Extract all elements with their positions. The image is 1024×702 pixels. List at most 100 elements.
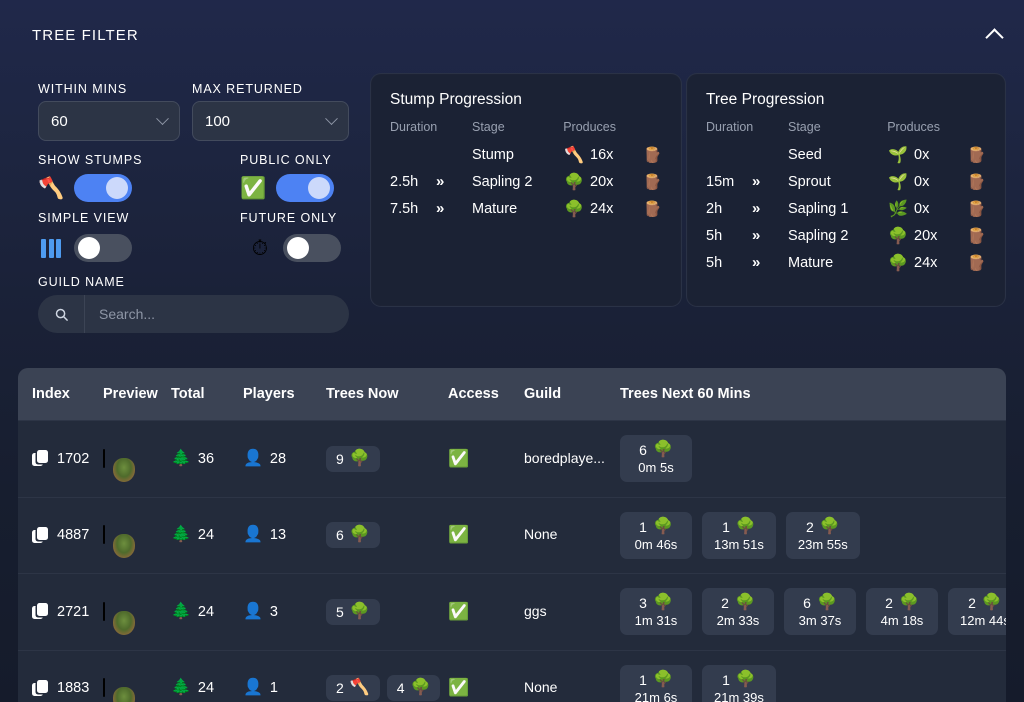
max-returned-select[interactable]: 100 [192, 101, 349, 141]
col-stage: Stage [472, 120, 505, 134]
cell-index: 2721 [18, 603, 103, 620]
table-row: 2h » Sapling 1 🌿 0x 🪵 [706, 195, 986, 222]
column-header-preview[interactable]: Preview [103, 386, 171, 402]
trees-next-chip[interactable]: 2 🌳 12m 44s [948, 588, 1006, 636]
cell-preview[interactable] [103, 448, 171, 468]
show-stumps-toggle[interactable] [74, 174, 132, 202]
row-stage: Mature [472, 200, 518, 217]
trees-now-chip[interactable]: 6 🌳 [326, 522, 380, 549]
trees-next-chip[interactable]: 2 🌳 23m 55s [785, 511, 860, 559]
cell-access: ✅ [448, 602, 524, 622]
within-mins-select[interactable]: 60 [38, 101, 180, 141]
copy-icon[interactable] [32, 679, 48, 697]
copy-icon[interactable] [32, 450, 48, 467]
cell-total: 🌲 24 [171, 603, 243, 620]
cell-preview[interactable] [103, 525, 171, 545]
players-value: 13 [269, 527, 287, 544]
map-preview-thumbnail[interactable] [103, 678, 105, 698]
trees-next-chip[interactable]: 1 🌳 21m 6s [620, 664, 692, 702]
cell-index: 1883 [18, 679, 103, 697]
simple-view-control [38, 234, 132, 262]
future-only-toggle[interactable] [283, 234, 341, 262]
trees-now-chip[interactable]: 4 🌳 [386, 675, 441, 702]
index-value: 1702 [57, 450, 90, 467]
stage-icon: 🌳 [888, 227, 908, 245]
stage-icon: 🌱 [888, 146, 908, 164]
trees-next-chip[interactable]: 1 🌳 13m 51s [702, 511, 776, 559]
filter-panel-header: TREE FILTER [0, 0, 1024, 66]
simple-view-toggle[interactable] [74, 234, 132, 262]
toggle-knob [106, 177, 128, 199]
trees-now-count: 2 [336, 680, 344, 697]
column-header-total[interactable]: Total [171, 386, 243, 402]
trees-now-chip[interactable]: 2 🪓 [326, 675, 380, 702]
tree-icon: 🌳 [735, 670, 756, 688]
trees-now-count: 9 [336, 450, 344, 467]
log-icon: 🪵 [967, 200, 986, 218]
copy-icon[interactable] [32, 526, 48, 544]
trees-next-count: 1 [639, 518, 647, 535]
collapse-panel-button[interactable] [978, 20, 1010, 50]
row-stage: Stump [472, 146, 514, 163]
row-duration [706, 141, 752, 168]
total-value: 24 [197, 603, 215, 620]
trees-next-chip[interactable]: 2 🌳 4m 18s [866, 588, 938, 636]
table-row[interactable]: 4887 🌲 24 👤 13 6 🌳 ✅ None 1 🌳 0m 46s 1 🌳 13m 51s 2 🌳 23m … [18, 496, 1006, 573]
trees-next-count: 2 [721, 595, 729, 612]
total-value: 24 [197, 680, 215, 697]
column-header-guild[interactable]: Guild [524, 386, 620, 402]
column-header-index[interactable]: Index [18, 386, 103, 402]
trees-next-chip[interactable]: 1 🌳 0m 46s [620, 511, 692, 559]
trees-next-time: 4m 18s [880, 613, 924, 629]
trees-now-chip[interactable]: 5 🌳 [326, 598, 380, 625]
bars-icon [38, 238, 64, 258]
row-stage: Sapling 2 [788, 227, 849, 244]
row-duration: 2h [706, 200, 723, 217]
map-preview-thumbnail[interactable] [103, 448, 105, 468]
guild-name-search[interactable]: Search... [38, 295, 349, 333]
trees-next-chip[interactable]: 3 🌳 1m 31s [620, 588, 692, 636]
evergreen-tree-icon: 🌲 [171, 449, 191, 467]
search-input[interactable]: Search... [85, 306, 349, 322]
stage-icon: 🌳 [564, 173, 584, 191]
row-duration: 7.5h [390, 200, 419, 217]
trees-next-chip[interactable]: 6 🌳 0m 5s [620, 435, 692, 483]
trees-next-time: 3m 37s [798, 613, 842, 629]
table-row[interactable]: 2721 🌲 24 👤 3 5 🌳 ✅ ggs 3 🌳 1m 31s 2 🌳 2m 33s 6 🌳 3m 37s 2… [18, 573, 1006, 650]
stump-progression-table: Duration Stage Produces Stump 🪓 16x 🪵 2.… [390, 120, 662, 222]
trees-next-time: 0m 5s [638, 460, 674, 476]
within-mins-label: WITHIN MINS [38, 82, 128, 96]
column-header-access[interactable]: Access [448, 386, 524, 402]
tree-icon: 🌳 [816, 594, 837, 612]
copy-icon[interactable] [32, 603, 48, 620]
trees-next-chip[interactable]: 6 🌳 3m 37s [784, 588, 856, 636]
trees-next-count: 6 [639, 442, 647, 459]
table-row: Stump 🪓 16x 🪵 [390, 141, 662, 168]
table-row[interactable]: 1883 🌲 24 👤 1 2 🪓 4 🌳 ✅ None 1 🌳 21m 6s 1 🌳 21m 39s [18, 649, 1006, 702]
max-returned-label: MAX RETURNED [192, 82, 303, 96]
column-header-trees-next[interactable]: Trees Next 60 Mins [620, 386, 1006, 402]
column-header-players[interactable]: Players [243, 386, 326, 402]
trees-next-chip[interactable]: 1 🌳 21m 39s [702, 664, 776, 702]
trees-next-chip[interactable]: 2 🌳 2m 33s [702, 588, 774, 636]
row-duration [390, 141, 436, 168]
row-stage: Sapling 2 [472, 173, 533, 190]
cell-preview[interactable] [103, 601, 171, 621]
cell-preview[interactable] [103, 678, 171, 698]
row-arrow-icon: » [752, 227, 760, 244]
col-produces: Produces [887, 120, 940, 134]
cell-access: ✅ [448, 525, 524, 545]
stage-icon: 🌿 [888, 200, 908, 218]
table-row[interactable]: 1702 🌲 36 👤 28 9 🌳 ✅ boredplaye... 6 🌳 0m 5s [18, 420, 1006, 497]
table-row: Seed 🌱 0x 🪵 [706, 141, 986, 168]
public-only-toggle[interactable] [276, 174, 334, 202]
column-header-trees-now[interactable]: Trees Now [326, 386, 448, 402]
map-preview-thumbnail[interactable] [103, 601, 105, 621]
row-amount: 20x [590, 173, 614, 190]
cell-trees-next: 6 🌳 0m 5s [620, 435, 1006, 483]
trees-now-chip[interactable]: 9 🌳 [326, 445, 380, 472]
tree-icon: 🌳 [349, 602, 370, 620]
stage-icon: 🪓 [564, 146, 584, 164]
tree-icon: 🌳 [819, 517, 840, 535]
map-preview-thumbnail[interactable] [103, 525, 105, 545]
